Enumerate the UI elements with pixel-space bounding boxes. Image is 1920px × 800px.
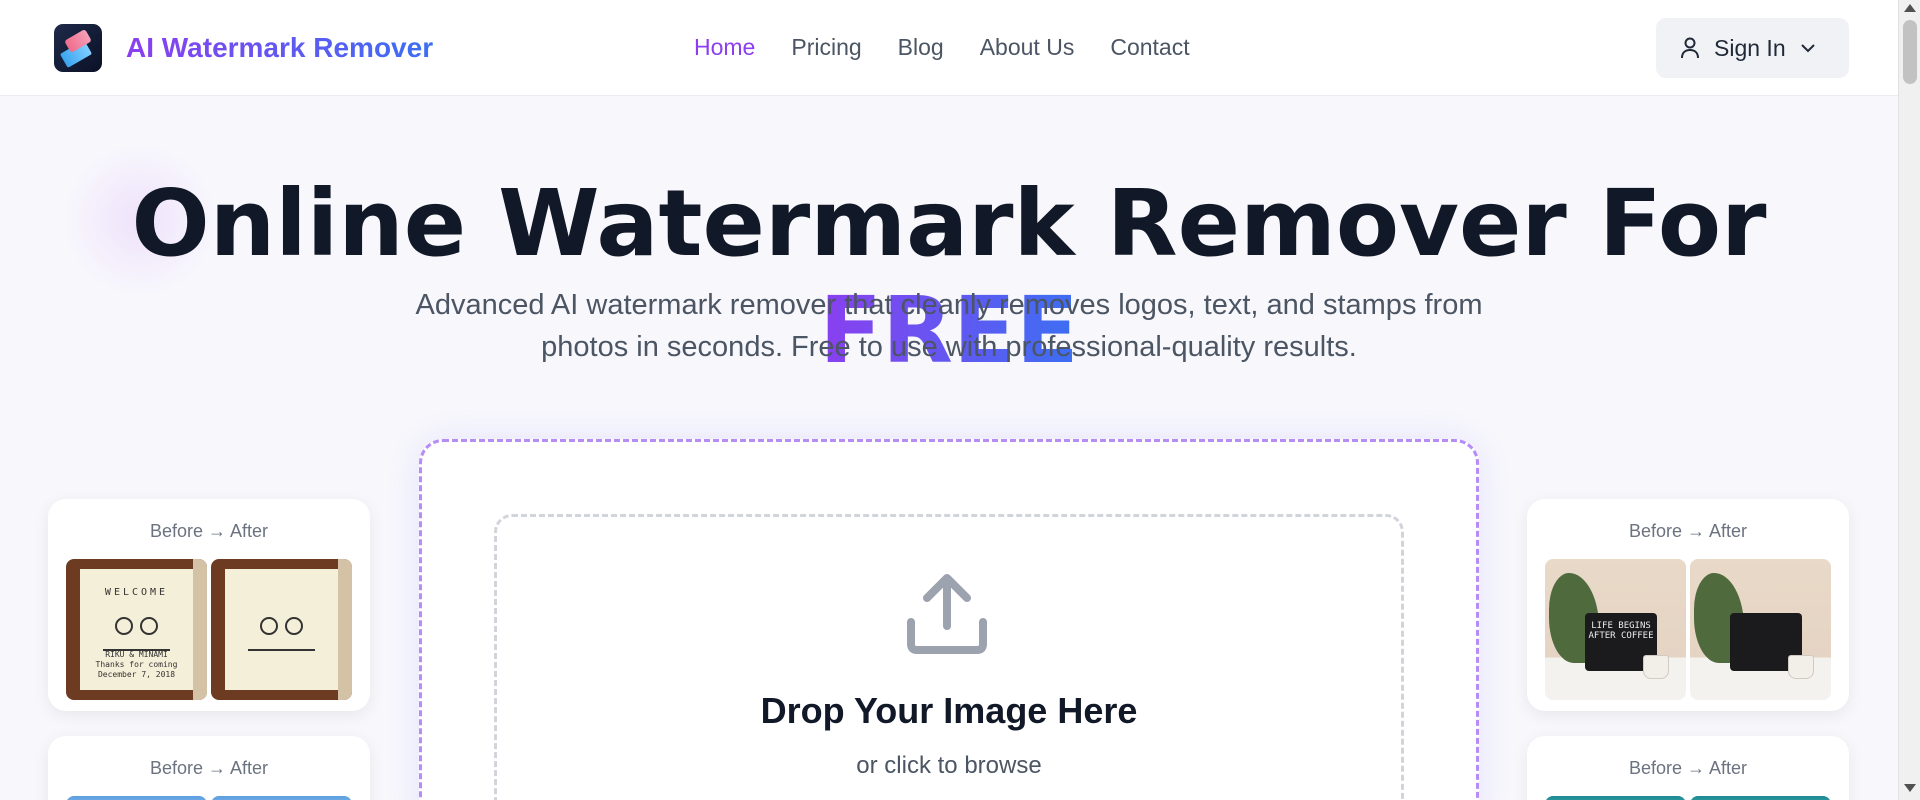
- sample-before-image: WELCOME RIKU & MINAMI Thanks for coming De…: [66, 559, 207, 700]
- sign-in-label: Sign In: [1714, 34, 1786, 61]
- sign-in-button[interactable]: Sign In: [1656, 18, 1849, 78]
- sample-after-image: [1690, 559, 1831, 700]
- sample-before-image: LIFE BEGINS AFTER COFFEE: [1545, 559, 1686, 700]
- sample-after-image: [211, 796, 352, 800]
- scroll-up-arrow-icon[interactable]: [1904, 4, 1916, 12]
- sample-after-image: [211, 559, 352, 700]
- scroll-down-arrow-icon[interactable]: [1904, 784, 1916, 792]
- page-scrollbar[interactable]: [1898, 0, 1920, 800]
- sample-after-image: [1690, 796, 1831, 800]
- sample-label: Before → After: [1628, 521, 1748, 541]
- logo-icon[interactable]: [54, 24, 102, 72]
- hero-subtitle: Advanced AI watermark remover that clean…: [415, 289, 1483, 363]
- nav-contact[interactable]: Contact: [1110, 34, 1189, 61]
- upload-icon: [907, 574, 987, 654]
- nav-about-us[interactable]: About Us: [980, 34, 1075, 61]
- sample-card-coffee[interactable]: Before → After LIFE BEGINS AFTER COFFEE: [1527, 499, 1849, 711]
- sample-card-sky[interactable]: Before → After: [48, 736, 370, 800]
- nav-pricing[interactable]: Pricing: [791, 34, 861, 61]
- user-icon: [1681, 37, 1699, 59]
- site-header: AI Watermark Remover Home Pricing Blog A…: [0, 0, 1898, 96]
- dropzone-subtitle: or click to browse: [856, 752, 1042, 779]
- brand-name[interactable]: AI Watermark Remover: [126, 32, 433, 64]
- nav-blog[interactable]: Blog: [898, 34, 944, 61]
- chevron-down-icon: [1800, 44, 1815, 53]
- sample-label: Before → After: [1628, 758, 1748, 778]
- sample-card-welcome[interactable]: Before → After WELCOME RIKU & MINAMI Than…: [48, 499, 370, 711]
- nav-home[interactable]: Home: [694, 34, 755, 61]
- sample-label: Before → After: [149, 758, 269, 778]
- sample-card-sea[interactable]: Before → After: [1527, 736, 1849, 800]
- sample-before-image: [1545, 796, 1686, 800]
- scroll-thumb[interactable]: [1903, 20, 1917, 84]
- dropzone-title: Drop Your Image Here: [760, 690, 1138, 731]
- main-nav: Home Pricing Blog About Us Contact: [694, 34, 1190, 61]
- sample-label: Before → After: [149, 521, 269, 541]
- sample-before-image: [66, 796, 207, 800]
